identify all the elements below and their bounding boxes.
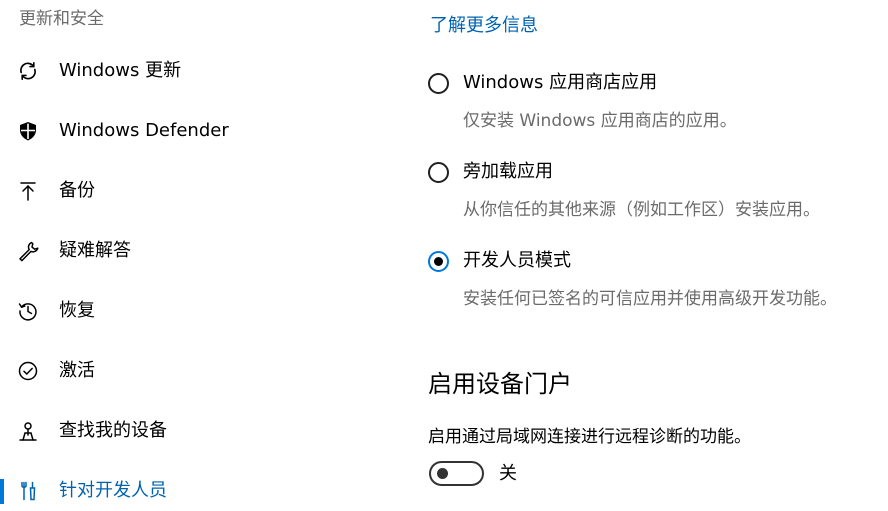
radio-button[interactable] bbox=[428, 73, 449, 94]
radio-description: 仅安装 Windows 应用商店的应用。 bbox=[463, 111, 737, 131]
radio-sideload-apps[interactable]: 旁加载应用 bbox=[428, 161, 888, 196]
sidebar-item-label: Windows 更新 bbox=[59, 60, 182, 81]
radio-description: 从你信任的其他来源（例如工作区）安装应用。 bbox=[463, 200, 820, 220]
sidebar-item-find-my-device[interactable]: 查找我的设备 bbox=[0, 409, 400, 453]
sidebar-item-recovery[interactable]: 恢复 bbox=[0, 289, 400, 333]
developer-settings-panel: 了解更多信息 Windows 应用商店应用 仅安装 Windows 应用商店的应… bbox=[428, 0, 888, 511]
device-portal-toggle[interactable] bbox=[429, 461, 484, 486]
sidebar-item-activation[interactable]: 激活 bbox=[0, 349, 400, 393]
sidebar-item-label: 恢复 bbox=[59, 300, 95, 321]
device-portal-heading: 启用设备门户 bbox=[428, 370, 572, 398]
sidebar-item-label: 备份 bbox=[59, 180, 95, 201]
sidebar-item-backup[interactable]: 备份 bbox=[0, 169, 400, 213]
learn-more-link[interactable]: 了解更多信息 bbox=[430, 14, 538, 38]
settings-page: 更新和安全 Windows 更新 Windows Defender 备份 疑难解… bbox=[0, 0, 888, 511]
radio-label: Windows 应用商店应用 bbox=[463, 72, 658, 93]
device-portal-description: 启用通过局域网连接进行远程诊断的功能。 bbox=[428, 427, 751, 447]
sidebar-item-troubleshoot[interactable]: 疑难解答 bbox=[0, 229, 400, 273]
sidebar-item-label: 查找我的设备 bbox=[59, 420, 167, 441]
radio-label: 开发人员模式 bbox=[463, 250, 571, 271]
radio-description: 安装任何已签名的可信应用并使用高级开发功能。 bbox=[463, 289, 837, 309]
shield-icon bbox=[16, 120, 40, 142]
sidebar-item-label: Windows Defender bbox=[59, 120, 229, 141]
sidebar-item-label: 激活 bbox=[59, 360, 95, 381]
radio-store-apps[interactable]: Windows 应用商店应用 bbox=[428, 72, 888, 107]
active-indicator bbox=[0, 479, 4, 504]
radio-label: 旁加载应用 bbox=[463, 161, 553, 182]
sidebar-item-label: 针对开发人员 bbox=[59, 480, 167, 501]
toggle-state-label: 关 bbox=[499, 463, 517, 484]
sidebar-item-for-developers[interactable]: 针对开发人员 bbox=[0, 469, 400, 511]
radio-button-selected[interactable] bbox=[428, 251, 449, 272]
developer-tools-icon bbox=[16, 480, 40, 502]
radio-button[interactable] bbox=[428, 162, 449, 183]
check-circle-icon bbox=[16, 360, 40, 382]
sidebar-item-windows-update[interactable]: Windows 更新 bbox=[0, 49, 400, 93]
sidebar-item-windows-defender[interactable]: Windows Defender bbox=[0, 109, 400, 153]
history-icon bbox=[16, 300, 40, 322]
wrench-icon bbox=[16, 240, 40, 262]
radio-developer-mode[interactable]: 开发人员模式 bbox=[428, 250, 888, 285]
sidebar-item-label: 疑难解答 bbox=[59, 240, 131, 261]
sidebar: 更新和安全 Windows 更新 Windows Defender 备份 疑难解… bbox=[0, 0, 400, 511]
toggle-knob bbox=[437, 468, 448, 479]
refresh-icon bbox=[16, 60, 40, 82]
upload-arrow-icon bbox=[16, 180, 40, 202]
sidebar-section-title: 更新和安全 bbox=[19, 9, 104, 29]
person-location-icon bbox=[16, 420, 40, 442]
